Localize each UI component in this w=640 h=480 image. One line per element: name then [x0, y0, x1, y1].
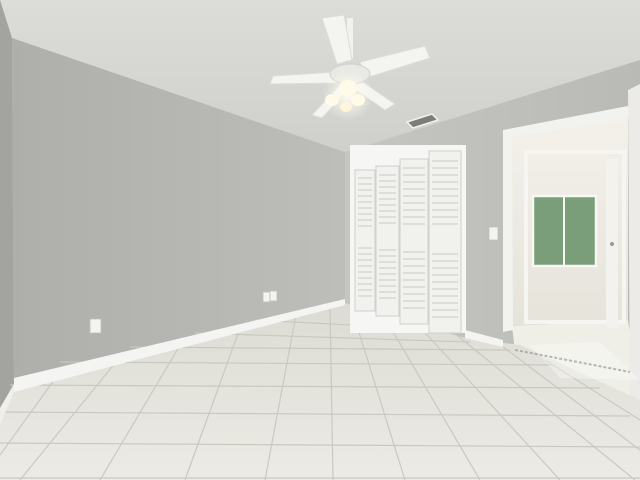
- far-left-wall-edge: [0, 0, 14, 420]
- open-door-edge: [628, 84, 640, 410]
- fan-light-bulb: [351, 94, 365, 106]
- wall-outlet-back-2: [269, 290, 278, 302]
- fan-light-bulb: [325, 94, 339, 106]
- fan-light-bulb: [339, 80, 357, 96]
- light-switch: [488, 226, 499, 241]
- wall-outlet-left: [89, 318, 102, 334]
- door-knob: [610, 242, 614, 246]
- fan-light-bulb: [340, 102, 352, 112]
- wall-outlet-back: [262, 291, 271, 303]
- bedroom-scene: [0, 0, 640, 480]
